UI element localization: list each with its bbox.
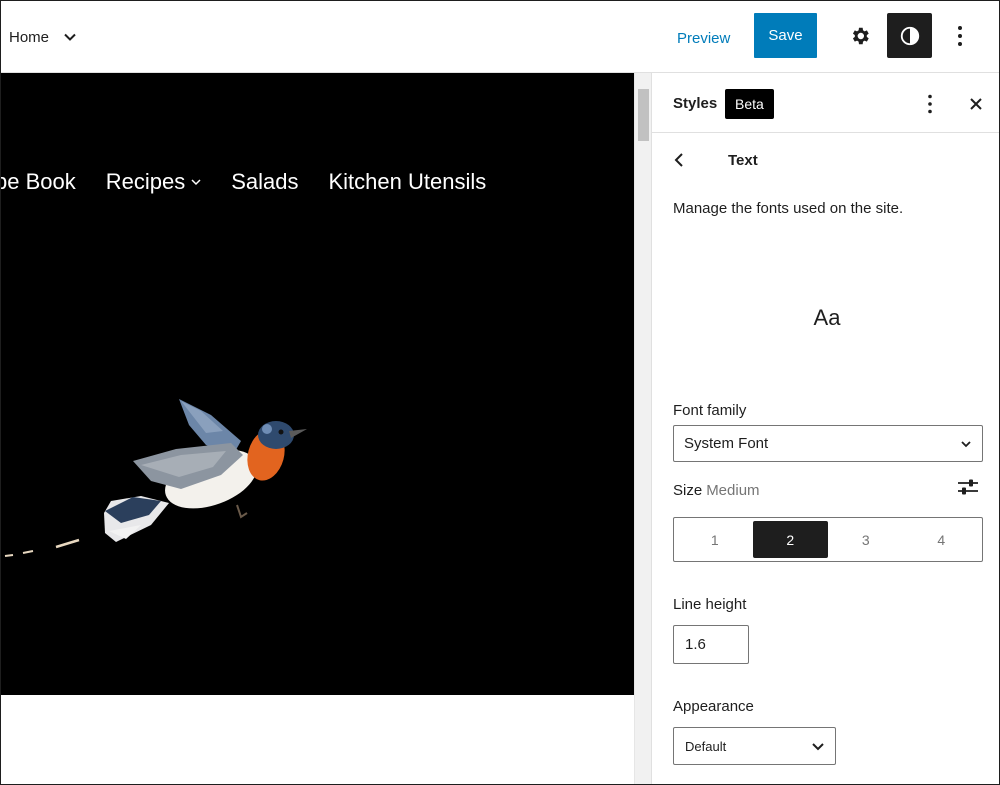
set-custom-size-button[interactable] — [956, 475, 980, 499]
chevron-down-icon — [64, 33, 76, 41]
appearance-label: Appearance — [673, 698, 754, 715]
back-button[interactable] — [668, 149, 690, 171]
size-option-3[interactable]: 3 — [828, 521, 904, 558]
scrollbar-thumb[interactable] — [638, 89, 649, 141]
contrast-icon — [900, 26, 919, 45]
chevron-down-icon — [191, 179, 201, 186]
chevron-left-icon — [674, 153, 683, 167]
preview-button[interactable]: Preview — [669, 23, 738, 53]
nav-item-label: Salads — [231, 169, 299, 194]
nav-item-label: Recipes — [105, 169, 186, 194]
settings-button[interactable] — [841, 15, 879, 57]
close-icon — [970, 98, 982, 110]
document-title: Home — [9, 28, 50, 46]
nav-item-label: pe Book — [1, 169, 76, 194]
font-family-select[interactable]: System Font — [673, 425, 983, 462]
nav-item-recipes[interactable]: Recipes — [106, 169, 201, 195]
size-value: Medium — [706, 482, 760, 499]
beta-badge: Beta — [725, 89, 774, 119]
options-button[interactable] — [945, 15, 975, 57]
chevron-down-icon — [961, 441, 971, 448]
more-vertical-icon — [958, 26, 962, 46]
bird-illustration — [4, 399, 307, 557]
settings-sliders-icon — [958, 479, 978, 495]
sidebar-header: Styles Beta — [652, 73, 999, 133]
appearance-select[interactable]: Default — [673, 727, 836, 765]
appearance-value: Default — [685, 738, 727, 754]
size-option-2[interactable]: 2 — [752, 521, 828, 558]
gear-icon — [852, 27, 869, 45]
site-navigation: pe Book Recipes Salads Kitchen Utensils — [1, 169, 516, 195]
line-height-label: Line height — [673, 596, 747, 613]
styles-toggle-button[interactable] — [887, 13, 932, 58]
editor-canvas[interactable]: pe Book Recipes Salads Kitchen Utensils — [1, 73, 634, 784]
canvas-scrollbar[interactable] — [634, 73, 651, 784]
styles-sidebar: Styles Beta Text Manage the fonts used o… — [651, 73, 999, 784]
nav-item-recipe-book[interactable]: pe Book — [1, 169, 76, 195]
size-label-row: Size Medium — [673, 482, 760, 499]
nav-item-kitchen-utensils[interactable]: Kitchen Utensils — [329, 169, 487, 195]
panel-title: Text — [728, 152, 758, 169]
size-option-1[interactable]: 1 — [677, 521, 753, 558]
save-button[interactable]: Save — [754, 13, 817, 58]
nav-item-label: Kitchen Utensils — [328, 169, 487, 194]
size-option-4[interactable]: 4 — [904, 521, 980, 558]
panel-description: Manage the fonts used on the site. — [673, 200, 904, 217]
editor-window: Home Preview Save pe Book Recipes Salads… — [0, 0, 1000, 785]
document-title-dropdown[interactable]: Home — [9, 25, 77, 49]
hero-section[interactable]: pe Book Recipes Salads Kitchen Utensils — [1, 73, 634, 695]
sidebar-title: Styles — [673, 95, 718, 112]
font-family-label: Font family — [673, 402, 747, 419]
chevron-down-icon — [812, 743, 824, 751]
top-toolbar: Home Preview Save — [1, 1, 999, 73]
line-height-input[interactable]: 1.6 — [673, 625, 749, 664]
styles-options-button[interactable] — [918, 91, 942, 117]
nav-item-salads[interactable]: Salads — [231, 169, 298, 195]
size-label: Size — [673, 482, 703, 499]
more-vertical-icon — [928, 94, 932, 114]
close-sidebar-button[interactable] — [964, 91, 988, 117]
font-family-value: System Font — [684, 435, 769, 452]
font-size-toggle-group: 1 2 3 4 — [673, 517, 983, 562]
typography-preview: Aa — [813, 305, 841, 330]
